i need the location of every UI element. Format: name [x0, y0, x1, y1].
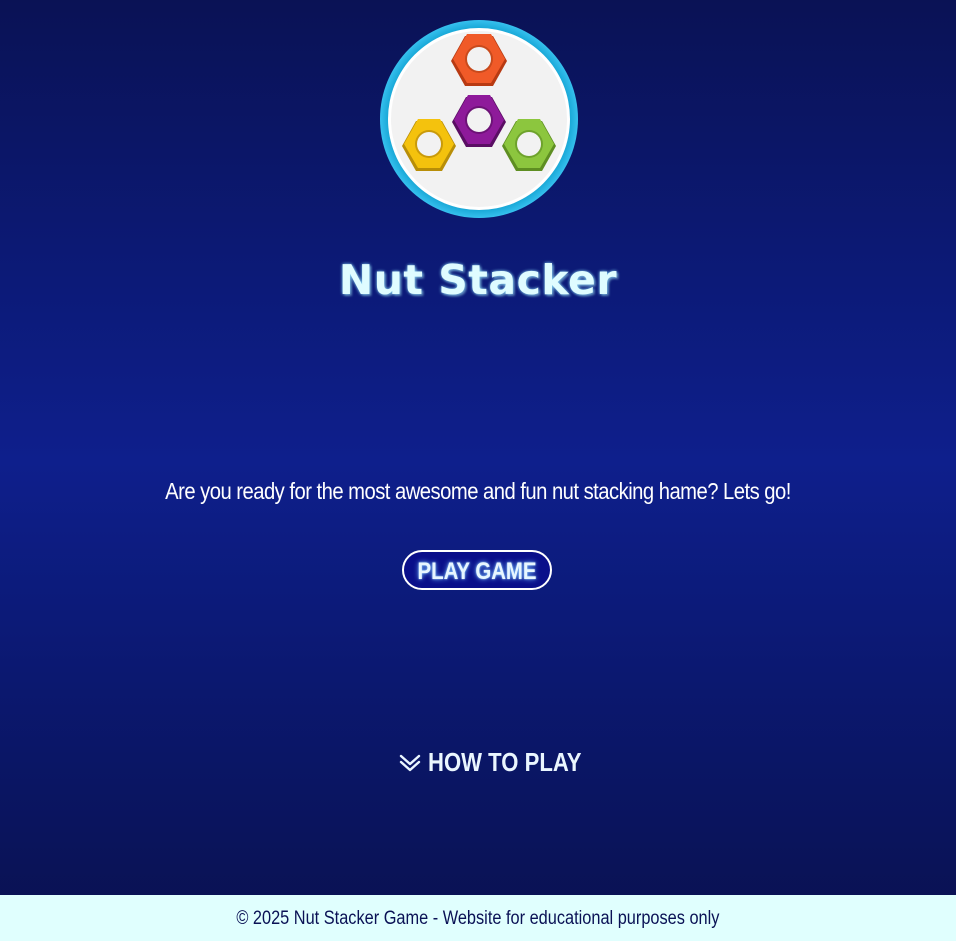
how-to-play-link[interactable]: HOW TO PLAY — [398, 744, 609, 780]
tagline: Are you ready for the most awesome and f… — [165, 478, 791, 504]
play-game-button[interactable]: PLAY GAME — [402, 550, 552, 590]
how-to-play-label: HOW TO PLAY — [428, 746, 582, 777]
footer: © 2025 Nut Stacker Game - Website for ed… — [0, 895, 956, 941]
hex-nuts-logo-icon — [380, 20, 578, 218]
double-chevron-down-icon — [399, 754, 421, 772]
game-logo — [379, 19, 579, 219]
footer-copyright: © 2025 Nut Stacker Game - Website for ed… — [236, 908, 720, 929]
play-game-label: PLAY GAME — [417, 558, 537, 585]
game-title: Nut Stacker — [338, 256, 618, 304]
